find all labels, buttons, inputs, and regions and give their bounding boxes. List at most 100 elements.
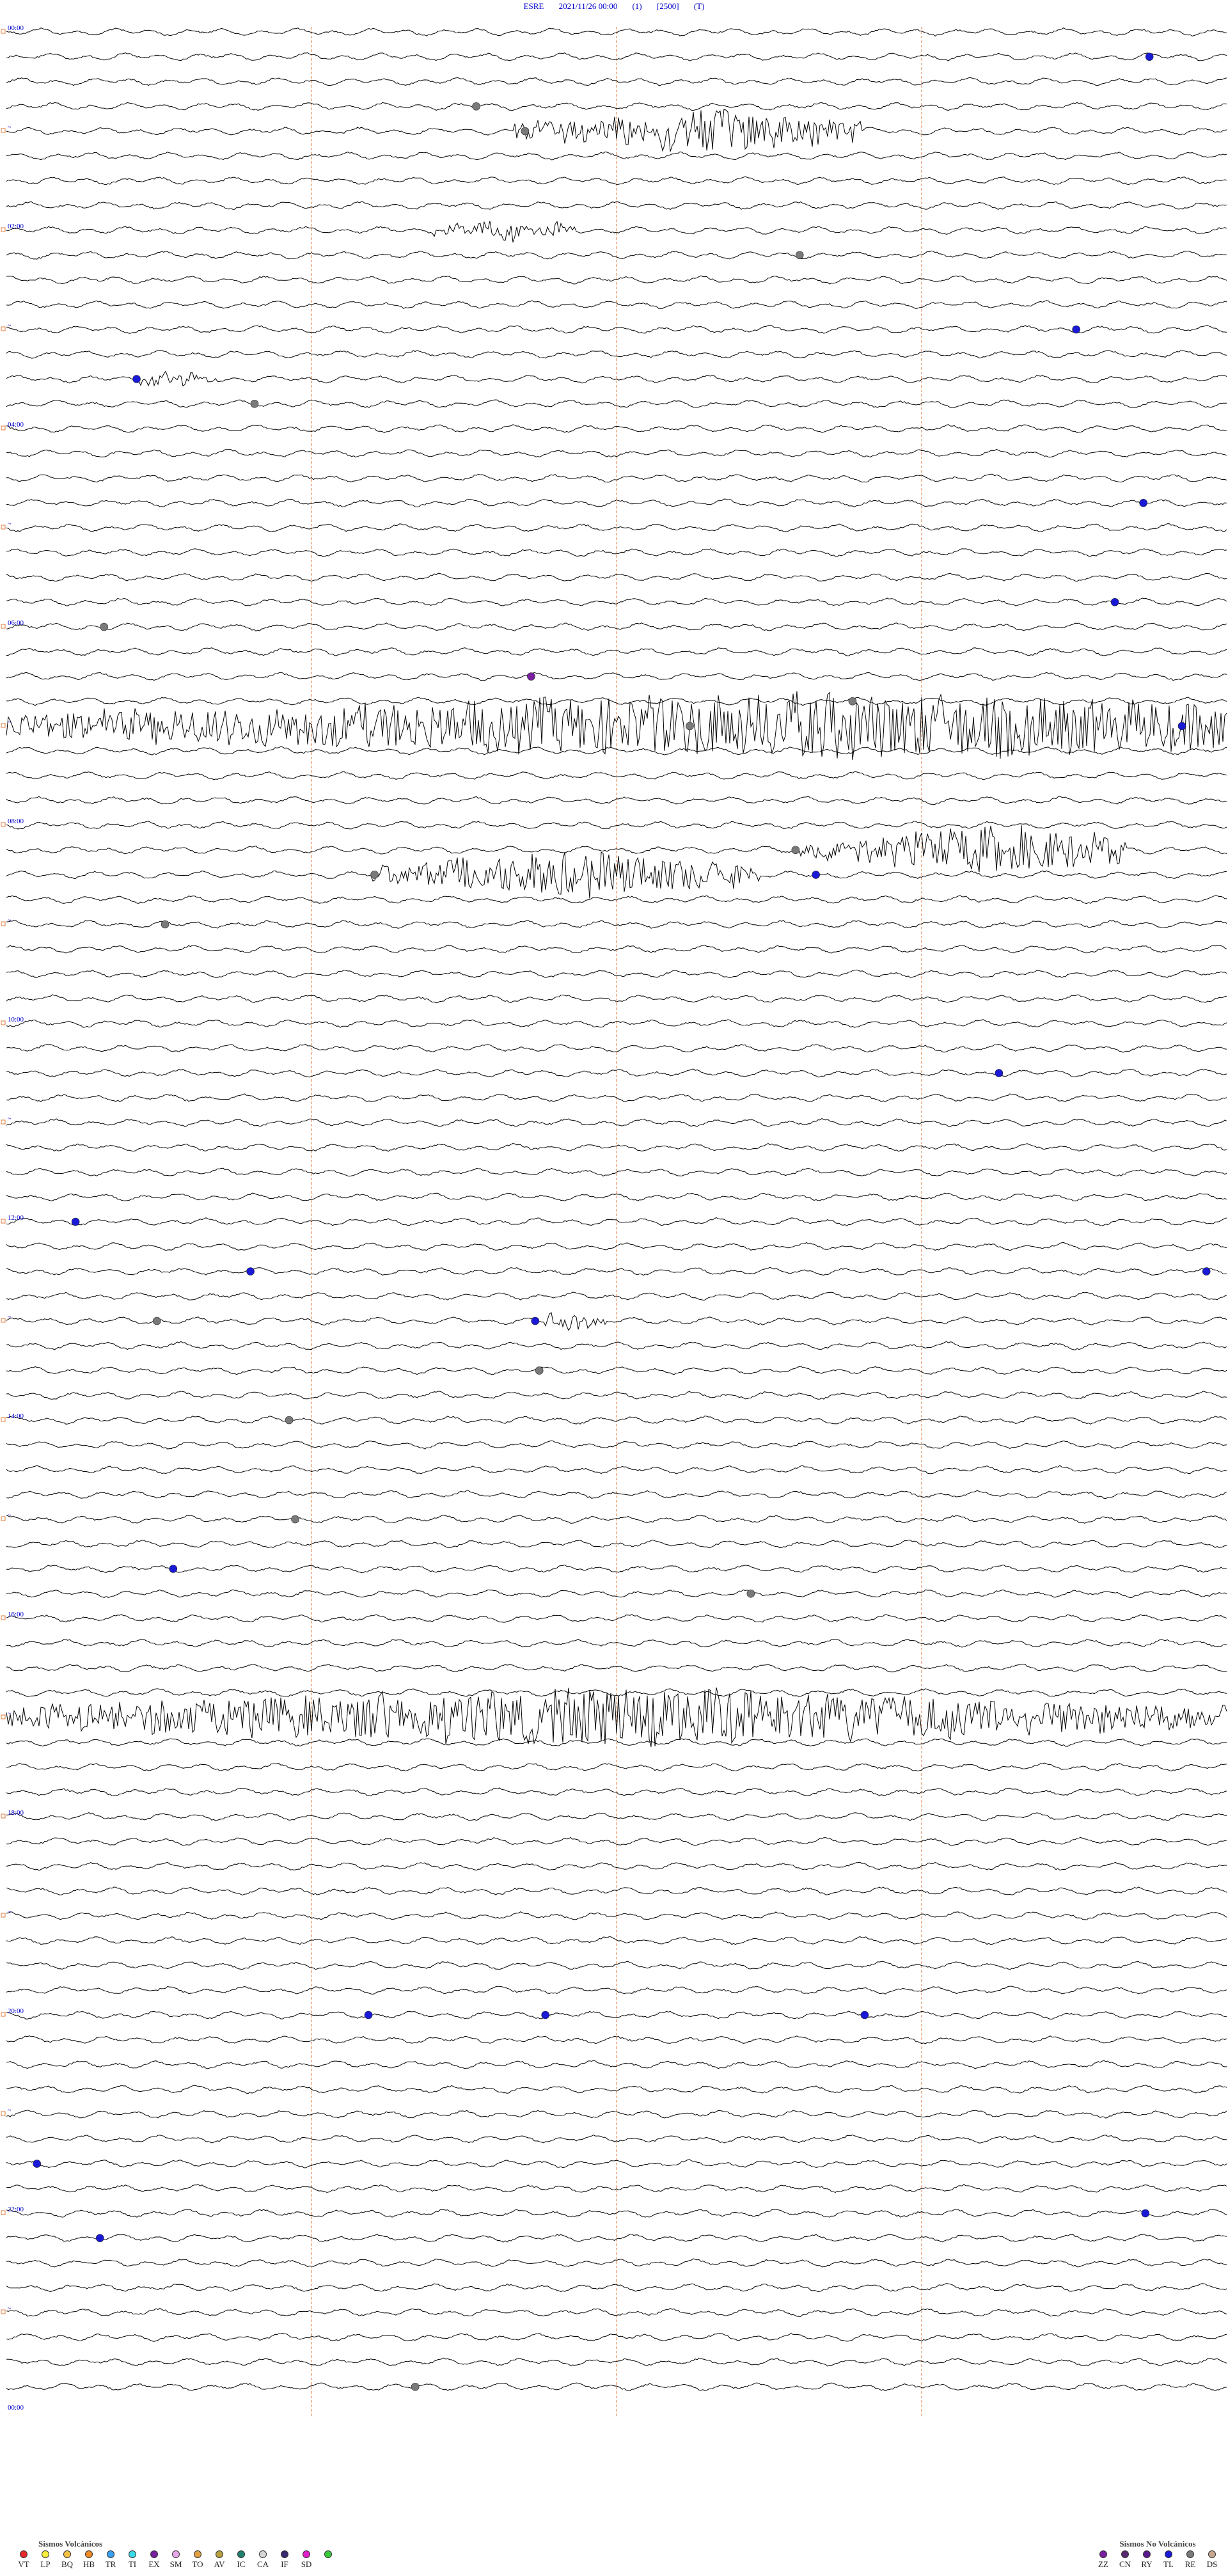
legend-color-swatch bbox=[42, 2550, 49, 2558]
hour-marker bbox=[1, 1020, 6, 1025]
legend-volcanic: Sismos Volcánicos VT LP BQ HB TR TI EX SM TO AV IC… bbox=[14, 2539, 338, 2570]
legend-item: CN bbox=[1115, 2550, 1135, 2570]
hour-marker bbox=[1, 624, 6, 629]
hour-marker bbox=[1, 1913, 6, 1918]
hour-marker bbox=[1, 921, 6, 926]
legend-color-swatch bbox=[324, 2550, 332, 2558]
legend-color-swatch bbox=[63, 2550, 71, 2558]
hour-marker bbox=[1, 128, 6, 133]
legend-nonvolcanic-items: ZZ CN RY TL RE DS bbox=[1094, 2550, 1222, 2570]
event-marker bbox=[860, 2011, 869, 2019]
event-marker bbox=[370, 871, 379, 879]
legend-color-swatch bbox=[150, 2550, 158, 2558]
hour-label: 02:00 bbox=[8, 223, 24, 230]
legend-code: SD bbox=[301, 2559, 312, 2569]
hour-tick: ~ bbox=[8, 1711, 12, 1718]
hour-marker bbox=[1, 2012, 6, 2017]
hour-marker bbox=[1, 723, 6, 728]
hour-label: 20:00 bbox=[8, 2007, 24, 2015]
hour-label: 06:00 bbox=[8, 619, 24, 627]
hour-tick: ~ bbox=[8, 917, 12, 924]
legend-color-swatch bbox=[107, 2550, 114, 2558]
legend-code: LP bbox=[40, 2559, 51, 2569]
hour-marker bbox=[1, 326, 6, 331]
hour-tick: ~ bbox=[8, 1512, 12, 1519]
event-marker bbox=[291, 1515, 299, 1524]
hour-label: 14:00 bbox=[8, 1412, 24, 1420]
event-marker bbox=[527, 672, 535, 681]
legend-code: BQ bbox=[61, 2559, 74, 2569]
hour-label: 00:00 bbox=[8, 2404, 24, 2412]
hour-tick: ~ bbox=[8, 2107, 12, 2114]
legend-item: SD bbox=[297, 2550, 316, 2570]
hour-tick: ~ bbox=[8, 2305, 12, 2312]
legend-code: TR bbox=[105, 2559, 116, 2569]
legend-item: EX bbox=[145, 2550, 164, 2570]
legend-item: IF bbox=[275, 2550, 294, 2570]
event-marker bbox=[995, 1069, 1004, 1077]
hour-label: 22:00 bbox=[8, 2206, 24, 2213]
event-marker bbox=[285, 1416, 294, 1425]
legend-item: TL bbox=[1159, 2550, 1178, 2570]
legend-color-swatch bbox=[303, 2550, 310, 2558]
event-marker bbox=[100, 622, 108, 631]
legend-code: IC bbox=[237, 2559, 246, 2569]
legend-color-swatch bbox=[237, 2550, 245, 2558]
hour-label: 12:00 bbox=[8, 1214, 24, 1222]
hour-tick: ~ bbox=[8, 1314, 12, 1321]
legend-item: DS bbox=[1202, 2550, 1222, 2570]
event-marker bbox=[791, 846, 800, 855]
hour-marker bbox=[1, 2210, 6, 2215]
legend-code: CA bbox=[256, 2559, 269, 2569]
legend-item: RE bbox=[1181, 2550, 1200, 2570]
hour-label: 10:00 bbox=[8, 1016, 24, 1023]
trace-line bbox=[6, 2209, 1227, 2218]
legend-color-swatch bbox=[1186, 2550, 1194, 2558]
legend-code: IF bbox=[281, 2559, 288, 2569]
legend-code: RE bbox=[1185, 2559, 1196, 2569]
legend-color-swatch bbox=[259, 2550, 267, 2558]
hour-marker bbox=[1, 525, 6, 530]
legend-item: CA bbox=[253, 2550, 272, 2570]
hour-label: 08:00 bbox=[8, 818, 24, 825]
legend-code: DS bbox=[1206, 2559, 1218, 2569]
legend-item: BQ bbox=[58, 2550, 77, 2570]
hour-marker bbox=[1, 822, 6, 827]
hour-marker bbox=[1, 1219, 6, 1224]
event-marker bbox=[250, 399, 259, 408]
event-marker bbox=[1139, 498, 1147, 507]
event-marker bbox=[33, 2160, 42, 2168]
hour-marker bbox=[1, 2111, 6, 2116]
hour-marker bbox=[1, 29, 6, 34]
hour-marker bbox=[1, 425, 6, 431]
legend-color-swatch bbox=[20, 2550, 28, 2558]
hour-tick: ~ bbox=[8, 521, 12, 528]
legend-code: HB bbox=[83, 2559, 95, 2569]
legend-code: CN bbox=[1119, 2559, 1131, 2569]
legend-item: LP bbox=[36, 2550, 55, 2570]
event-marker bbox=[531, 1316, 540, 1325]
event-marker bbox=[812, 871, 820, 879]
event-marker bbox=[161, 920, 169, 929]
legend-code: ZZ bbox=[1098, 2559, 1108, 2569]
event-marker bbox=[95, 2234, 104, 2243]
legend-item: TO bbox=[188, 2550, 207, 2570]
legend-item: VT bbox=[14, 2550, 33, 2570]
legend-color-swatch bbox=[172, 2550, 180, 2558]
event-marker bbox=[1141, 2209, 1150, 2218]
event-marker bbox=[1202, 1267, 1211, 1276]
hour-marker bbox=[1, 1813, 6, 1819]
legend-nonvolcanic: Sismos No Volcánicos ZZ CN RY TL RE DS bbox=[1094, 2539, 1222, 2570]
legend-color-swatch bbox=[129, 2550, 136, 2558]
event-marker bbox=[686, 722, 694, 731]
hour-label: 18:00 bbox=[8, 1809, 24, 1817]
legend-code: EX bbox=[148, 2559, 160, 2569]
event-marker bbox=[169, 1565, 178, 1573]
event-marker bbox=[411, 2382, 420, 2391]
hour-marker bbox=[1, 1615, 6, 1620]
legend-item: ZZ bbox=[1094, 2550, 1113, 2570]
event-marker bbox=[472, 102, 480, 111]
hour-label: 04:00 bbox=[8, 421, 24, 429]
legend-code: TI bbox=[128, 2559, 137, 2569]
legend-code: SM bbox=[169, 2559, 182, 2569]
